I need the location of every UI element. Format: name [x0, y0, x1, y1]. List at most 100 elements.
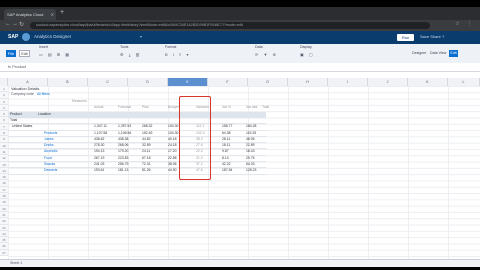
file-button[interactable]: File [6, 50, 16, 57]
column-header-c[interactable]: C [88, 78, 128, 86]
table-cell[interactable]: 268.06 [118, 143, 128, 147]
table-cell[interactable]: 67.18 [142, 156, 151, 160]
data-view-link[interactable]: Data View [430, 51, 446, 55]
table-cell[interactable]: 128.23 [246, 168, 256, 172]
table-row-label[interactable]: Total [10, 118, 17, 122]
measure-header-cell[interactable]: Total [262, 105, 269, 109]
table-cell[interactable]: 119.25 [246, 131, 256, 135]
measure-header-cell[interactable]: Var % [222, 105, 231, 109]
table-cell[interactable]: 1,106.56 [118, 131, 131, 135]
display-icons[interactable]: ▣ ▢ [300, 52, 315, 57]
table-row-label[interactable]: Products [44, 131, 57, 135]
table-cell[interactable]: 152.49 [142, 131, 152, 135]
table-cell[interactable]: 32.89 [142, 143, 151, 147]
column-header-g[interactable]: G [248, 78, 288, 86]
table-row-label[interactable]: Food [44, 156, 52, 160]
table-cell[interactable]: 8.14 [222, 156, 229, 160]
table-cell[interactable]: 24.11 [142, 149, 150, 153]
table-cell[interactable]: 104.30 [168, 124, 178, 128]
row-number[interactable]: 27 [0, 249, 8, 257]
table-cell[interactable]: 22.58 [168, 156, 177, 160]
column-header-i[interactable]: I [328, 78, 368, 86]
tools-icons[interactable]: ⚙ ⤓ ▥ [120, 52, 141, 57]
insert-icons[interactable]: ▭ ▤ ⊞ ▦ [39, 52, 71, 57]
table-cell[interactable]: 267.19 [94, 156, 104, 160]
table-cell[interactable]: 1,107.58 [94, 131, 107, 135]
table-cell[interactable]: 29.75 [246, 156, 255, 160]
table-row-label[interactable]: Drinks [44, 143, 54, 147]
column-header-f[interactable]: F [208, 78, 248, 86]
table-row-label[interactable]: Snacks [44, 162, 55, 166]
table-cell[interactable]: 438.62 [94, 137, 104, 141]
table-cell[interactable]: 268.32 [142, 124, 152, 128]
edit-mode-button[interactable]: Edit [449, 50, 458, 57]
measure-header-cell[interactable]: Plan [142, 105, 149, 109]
table-row-label[interactable]: United States [12, 124, 32, 128]
table-cell[interactable]: 18.43 [246, 149, 255, 153]
table-cell[interactable]: 187.54 [222, 168, 232, 172]
table-cell[interactable]: 72.31 [142, 162, 151, 166]
table-cell[interactable]: 18.11 [222, 143, 230, 147]
table-cell[interactable]: 158.77 [222, 124, 232, 128]
table-cell[interactable]: 278.30 [94, 143, 104, 147]
table-cell[interactable]: 17.20 [168, 149, 177, 153]
table-cell[interactable]: 64.03 [246, 162, 255, 166]
table-cell[interactable]: 81.26 [142, 168, 151, 172]
table-cell[interactable]: 38.06 [168, 162, 177, 166]
table-cell[interactable]: 241.03 [94, 162, 104, 166]
edit-button[interactable]: Edit [19, 50, 30, 57]
measure-header-cell[interactable]: Forecast [118, 105, 131, 109]
sheet-tab[interactable]: Sheet 1 [10, 261, 22, 265]
format-icons[interactable]: B I ≡ ▾ [165, 52, 190, 57]
table-cell[interactable]: 179.20 [118, 149, 128, 153]
browser-menu-icon[interactable]: ☆ ⋮ [455, 21, 475, 27]
table-cell[interactable]: 64.38 [222, 131, 231, 135]
avatar[interactable] [22, 33, 30, 41]
header-icons[interactable]: ▾ [140, 34, 142, 39]
back-icon[interactable]: ← [5, 21, 11, 27]
column-header-j[interactable]: J [368, 78, 408, 86]
table-cell[interactable]: 9.87 [222, 149, 229, 153]
table-cell[interactable]: 44.82 [142, 137, 151, 141]
measure-header-cell[interactable]: Var abs [246, 105, 257, 109]
table-cell[interactable]: 42.22 [222, 162, 231, 166]
corner-cell[interactable] [0, 78, 8, 86]
table-cell[interactable]: 28.11 [222, 137, 230, 141]
forward-icon[interactable]: → [12, 21, 18, 27]
column-header-h[interactable]: H [288, 78, 328, 86]
table-cell[interactable]: 438.38 [118, 137, 128, 141]
table-cell[interactable]: 24.18 [168, 143, 177, 147]
column-header-l[interactable]: L [448, 78, 480, 86]
table-row-label[interactable]: Juices [44, 137, 54, 141]
table-row-label[interactable]: Alcoholic [44, 149, 58, 153]
table-cell[interactable]: 181.13 [118, 168, 128, 172]
formula-bar[interactable]: fx Product [0, 63, 480, 72]
table-cell[interactable]: 256.79 [118, 162, 128, 166]
table-cell[interactable]: 1,397.53 [118, 124, 131, 128]
run-story-button[interactable]: Run Story [397, 34, 414, 47]
table-cell[interactable]: 40.18 [168, 137, 177, 141]
column-header-b[interactable]: B [48, 78, 88, 86]
browser-tab[interactable]: SAP Analytics Cloud ✕ [4, 9, 56, 20]
column-header-e[interactable]: E [168, 78, 208, 86]
filter-link[interactable]: All filters [37, 92, 50, 96]
table-cell[interactable]: 184.28 [246, 124, 256, 128]
header-actions[interactable]: Save Share ? [420, 34, 444, 39]
table-cell[interactable]: 193.61 [94, 168, 104, 172]
url-input[interactable]: sucloud.sapanalytics.cloud/sap/fpa/ui/te… [30, 22, 430, 29]
table-cell[interactable]: 104.30 [168, 131, 178, 135]
designer-link[interactable]: Designer [412, 51, 426, 55]
table-cell[interactable]: 194.13 [94, 149, 104, 153]
table-row-label[interactable]: Desserts [44, 168, 57, 172]
measure-header-cell[interactable]: Actual [94, 105, 103, 109]
close-icon[interactable]: ✕ [51, 9, 54, 20]
measure-header-cell[interactable]: Budget [168, 105, 179, 109]
table-cell[interactable]: 48.05 [246, 137, 255, 141]
table-cell[interactable]: 44.90 [168, 168, 177, 172]
new-tab-icon[interactable]: + [60, 9, 64, 16]
column-header-d[interactable]: D [128, 78, 168, 86]
data-icons[interactable]: ⟳ ▼ ⊕ [255, 52, 278, 57]
table-cell[interactable]: 223.83 [118, 156, 128, 160]
table-cell[interactable]: 22.89 [246, 143, 255, 147]
column-header-k[interactable]: K [408, 78, 448, 86]
